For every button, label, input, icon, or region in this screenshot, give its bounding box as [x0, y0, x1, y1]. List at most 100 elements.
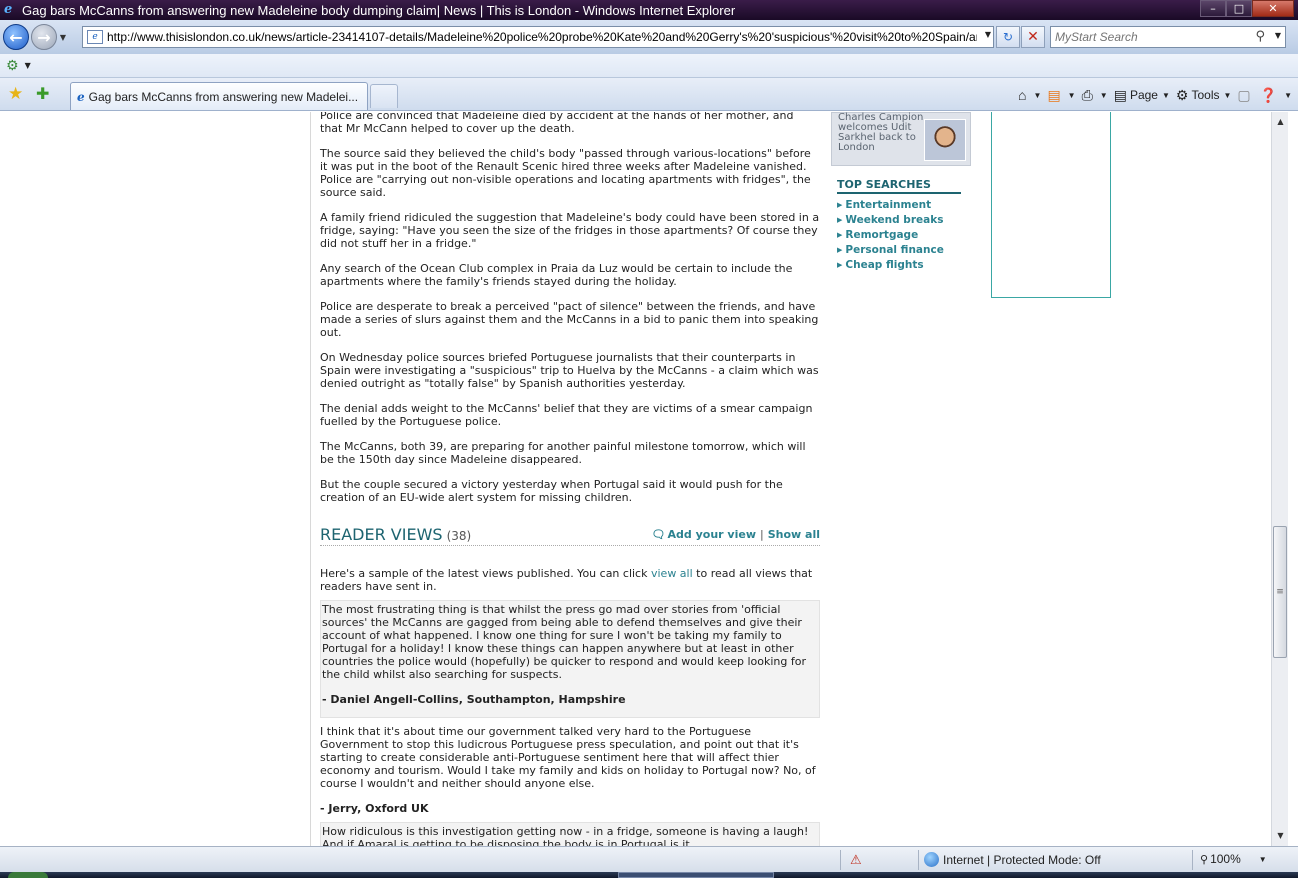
page-menu-button[interactable]: ▤ Page ▼ — [1114, 87, 1170, 104]
status-separator — [918, 850, 919, 870]
address-dropdown-icon[interactable]: ▼ — [985, 30, 991, 39]
show-all-link[interactable]: Show all — [768, 528, 820, 541]
links-separator: | — [760, 528, 764, 541]
start-button[interactable] — [8, 872, 48, 878]
refresh-button[interactable]: ↻ — [996, 26, 1020, 48]
bullet-arrow-icon: ▶ — [837, 246, 843, 254]
sidebar-promo[interactable]: Charles Campion welcomes Udit Sarkhel ba… — [831, 112, 971, 166]
popup-blocker-icon[interactable]: ⚠ — [850, 852, 862, 868]
bullet-arrow-icon: ▶ — [837, 261, 843, 269]
feeds-dropdown-icon[interactable]: ▼ — [1068, 91, 1076, 100]
page-menu-label: Page — [1129, 88, 1158, 102]
search-icon[interactable]: ⚲ — [1255, 29, 1265, 44]
reader-views-title-text: READER VIEWS — [320, 525, 443, 544]
speech-bubble-icon: 🗨 — [651, 528, 666, 541]
tab-bar: ★ ✚ e Gag bars McCanns from answering ne… — [0, 78, 1298, 111]
search-options-dropdown-icon[interactable]: ▼ — [1275, 31, 1281, 40]
new-tab-button[interactable] — [370, 84, 398, 108]
comment-text: How ridiculous is this investigation get… — [322, 825, 809, 846]
security-zone[interactable]: Internet | Protected Mode: Off — [924, 852, 1101, 867]
top-searches: TOP SEARCHES ▶ Entertainment ▶ Weekend bre… — [837, 178, 961, 273]
feeds-button[interactable]: ▤ ▼ — [1047, 87, 1075, 104]
toolbar-addon-dropdown-icon[interactable]: ▼ — [25, 61, 31, 70]
article-paragraph: Any search of the Ocean Club complex in … — [320, 262, 793, 288]
zoom-level: 100% — [1210, 852, 1241, 866]
recent-pages-dropdown-icon[interactable]: ▼ — [57, 33, 69, 42]
print-dropdown-icon[interactable]: ▼ — [1100, 91, 1108, 100]
top-search-link[interactable]: ▶ Weekend breaks — [837, 213, 961, 228]
left-column-divider — [310, 112, 311, 846]
security-zone-label: Internet | Protected Mode: Off — [943, 852, 1101, 867]
home-icon: ⌂ — [1018, 87, 1027, 103]
tools-menu-button[interactable]: ⚙ Tools ▼ — [1176, 87, 1232, 104]
status-separator — [840, 850, 841, 870]
gear-icon: ⚙ — [1175, 86, 1189, 103]
print-button[interactable]: ⎙ ▼ — [1082, 87, 1108, 104]
zoom-dropdown-icon[interactable]: ▼ — [1259, 855, 1267, 864]
back-button[interactable]: ← — [3, 24, 29, 50]
article-paragraph: The denial adds weight to the McCanns' b… — [320, 402, 813, 428]
window-controls: – □ ✕ — [1200, 0, 1294, 17]
reader-views-intro: Here's a sample of the latest views publ… — [320, 567, 820, 593]
top-search-label: Weekend breaks — [845, 214, 944, 226]
scroll-up-arrow-icon[interactable]: ▲ — [1272, 114, 1289, 130]
top-search-label: Personal finance — [845, 244, 944, 256]
article-paragraph: Police are desperate to break a perceive… — [320, 300, 819, 339]
comment-text: The most frustrating thing is that whils… — [322, 603, 807, 681]
help-icon: ❓ — [1259, 86, 1278, 103]
add-favorite-icon[interactable]: ✚ — [36, 84, 49, 103]
minimize-button[interactable]: – — [1200, 0, 1226, 17]
reader-views-header: READER VIEWS (38) 🗨 Add your view | Show all — [320, 524, 820, 546]
forward-button[interactable]: → — [31, 24, 57, 50]
article-paragraph: But the couple secured a victory yesterd… — [320, 478, 783, 504]
tab-active[interactable]: e Gag bars McCanns from answering new Ma… — [70, 82, 368, 110]
help-button[interactable]: ❓ ▼ — [1260, 87, 1292, 104]
top-search-link[interactable]: ▶ Entertainment — [837, 198, 961, 213]
zoom-control[interactable]: ⚲ 100% ▼ — [1200, 852, 1267, 866]
status-separator — [1192, 850, 1193, 870]
close-button[interactable]: ✕ — [1252, 0, 1294, 17]
maximize-button[interactable]: □ — [1226, 0, 1252, 17]
page-icon: e — [87, 30, 103, 44]
promo-photo — [924, 119, 966, 161]
ad-box — [991, 112, 1111, 298]
research-icon: ▢ — [1237, 86, 1251, 103]
status-bar: ⚠ Internet | Protected Mode: Off ⚲ 100% … — [0, 846, 1298, 872]
address-bar[interactable]: e http://www.thisislondon.co.uk/news/art… — [82, 26, 994, 48]
favorites-star-icon[interactable]: ★ — [8, 84, 23, 104]
reader-views-title: READER VIEWS (38) — [320, 525, 471, 544]
reader-comment: I think that it's about time our governm… — [320, 725, 820, 815]
intro-text-before: Here's a sample of the latest views publ… — [320, 567, 651, 580]
extension-toolbar: ⚙ ▼ — [0, 54, 1298, 78]
page-menu-icon: ▤ — [1113, 86, 1127, 103]
article-paragraph: The source said they believed the child'… — [320, 147, 811, 199]
home-dropdown-icon[interactable]: ▼ — [1034, 91, 1042, 100]
article-cut-line: Police are convinced that Madeleine died… — [320, 112, 794, 122]
research-button[interactable]: ▢ — [1237, 87, 1253, 104]
top-search-link[interactable]: ▶ Remortgage — [837, 228, 961, 243]
top-search-link[interactable]: ▶ Personal finance — [837, 243, 961, 258]
add-your-view-link[interactable]: Add your view — [668, 528, 756, 541]
search-input[interactable] — [1055, 30, 1245, 44]
stop-button[interactable]: ✕ — [1021, 26, 1045, 48]
article-paragraph: The McCanns, both 39, are preparing for … — [320, 440, 806, 466]
scrollbar-thumb[interactable]: ≡ — [1273, 526, 1287, 658]
address-url[interactable]: http://www.thisislondon.co.uk/news/artic… — [107, 30, 977, 44]
tools-menu-label: Tools — [1191, 88, 1220, 102]
article-paragraph: A family friend ridiculed the suggestion… — [320, 211, 820, 250]
taskbar-active-item[interactable] — [618, 872, 774, 878]
rss-icon: ▤ — [1047, 86, 1061, 103]
vertical-scrollbar[interactable]: ▲ ≡ ▼ — [1271, 112, 1288, 846]
view-all-link[interactable]: view all — [651, 567, 693, 580]
home-button[interactable]: ⌂ ▼ — [1018, 87, 1041, 103]
top-search-link[interactable]: ▶ Cheap flights — [837, 258, 961, 273]
page-content: Police are convinced that Madeleine died… — [0, 112, 1288, 846]
tab-label: Gag bars McCanns from answering new Made… — [88, 89, 359, 104]
article-paragraph: that Mr McCann helped to cover up the de… — [320, 122, 575, 135]
comment-text: I think that it's about time our governm… — [320, 725, 816, 790]
top-search-label: Remortgage — [845, 229, 919, 241]
command-bar: ⌂ ▼ ▤ ▼ ⎙ ▼ ▤ Page ▼ ⚙ Tools ▼ ▢ ❓ ▼ — [1012, 84, 1292, 106]
scroll-down-arrow-icon[interactable]: ▼ — [1272, 828, 1289, 844]
toolbar-addon-icon[interactable]: ⚙ — [6, 58, 19, 74]
help-dropdown-icon[interactable]: ▼ — [1284, 91, 1292, 100]
